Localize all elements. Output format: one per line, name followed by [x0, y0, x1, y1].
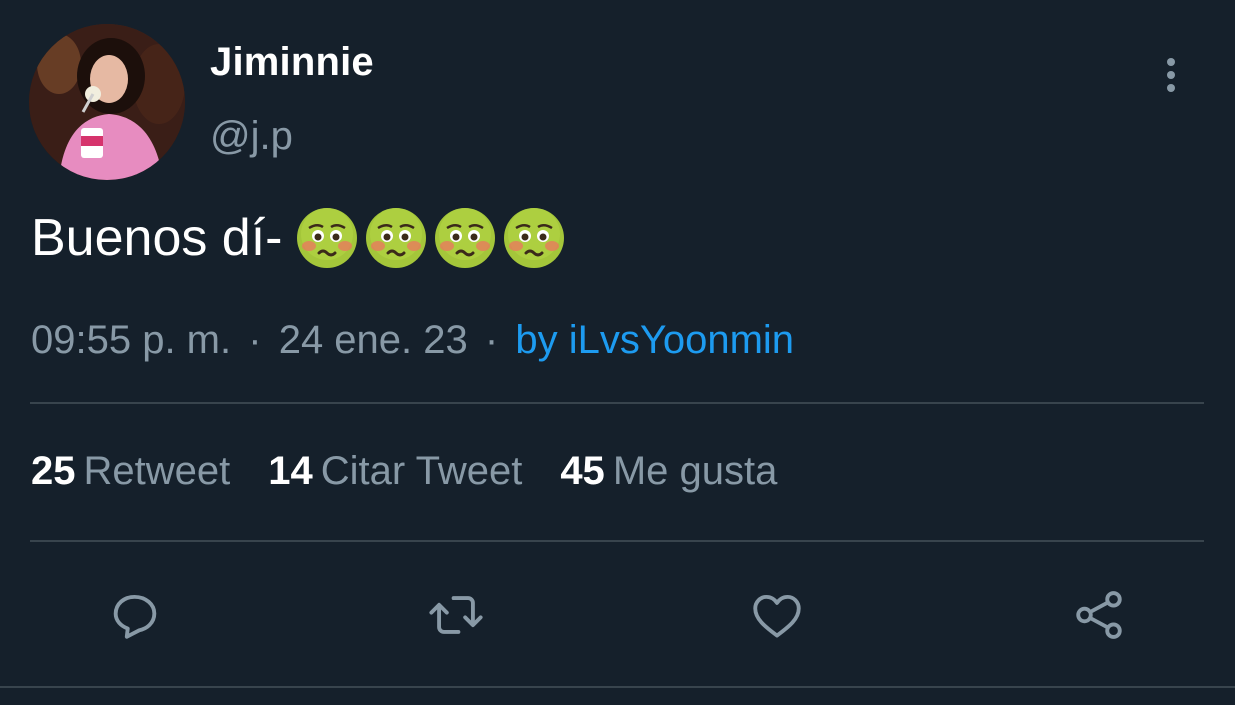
tweet-stats: 25 Retweet 14 Citar Tweet 45 Me gusta: [31, 449, 777, 494]
quote-label: Citar Tweet: [320, 449, 523, 493]
divider: [0, 686, 1235, 688]
tweet-text: Buenos dí-: [31, 205, 566, 271]
nauseated-face-emoji: [502, 206, 566, 270]
source-link[interactable]: by iLvsYoonmin: [515, 318, 794, 362]
tweet-meta: 09:55 p. m. · 24 ene. 23 · by iLvsYoonmi…: [31, 318, 794, 363]
meta-separator: ·: [484, 318, 499, 362]
share-button[interactable]: [1064, 580, 1134, 650]
tweet-date[interactable]: 24 ene. 23: [279, 318, 468, 362]
tweet-text-content: Buenos dí-: [31, 209, 283, 267]
reply-button[interactable]: [100, 580, 170, 650]
like-count: 45: [560, 449, 605, 493]
avatar[interactable]: [29, 24, 185, 180]
retweet-icon: [429, 596, 483, 634]
divider: [30, 402, 1204, 404]
quote-count: 14: [268, 449, 313, 493]
reply-icon: [113, 594, 157, 639]
more-vertical-icon: [1167, 58, 1175, 92]
like-stat[interactable]: 45 Me gusta: [560, 449, 777, 494]
display-name[interactable]: Jiminnie: [210, 40, 374, 85]
profile-photo: [29, 24, 185, 180]
nauseated-face-emoji: [433, 206, 497, 270]
action-bar: [0, 580, 1235, 650]
like-label: Me gusta: [612, 449, 778, 493]
tweet-time[interactable]: 09:55 p. m.: [31, 318, 231, 362]
more-options-button[interactable]: [1152, 52, 1190, 98]
retweet-label: Retweet: [83, 449, 231, 493]
like-icon: [753, 594, 801, 638]
nauseated-face-emoji: [295, 206, 359, 270]
like-button[interactable]: [742, 580, 812, 650]
retweet-stat[interactable]: 25 Retweet: [31, 449, 230, 494]
nauseated-face-emoji: [364, 206, 428, 270]
share-icon: [1076, 591, 1122, 639]
retweet-button[interactable]: [421, 580, 491, 650]
retweet-count: 25: [31, 449, 76, 493]
quote-stat[interactable]: 14 Citar Tweet: [268, 449, 522, 494]
user-handle[interactable]: @j.p: [210, 114, 293, 159]
meta-separator: ·: [248, 318, 262, 362]
divider: [30, 540, 1204, 542]
